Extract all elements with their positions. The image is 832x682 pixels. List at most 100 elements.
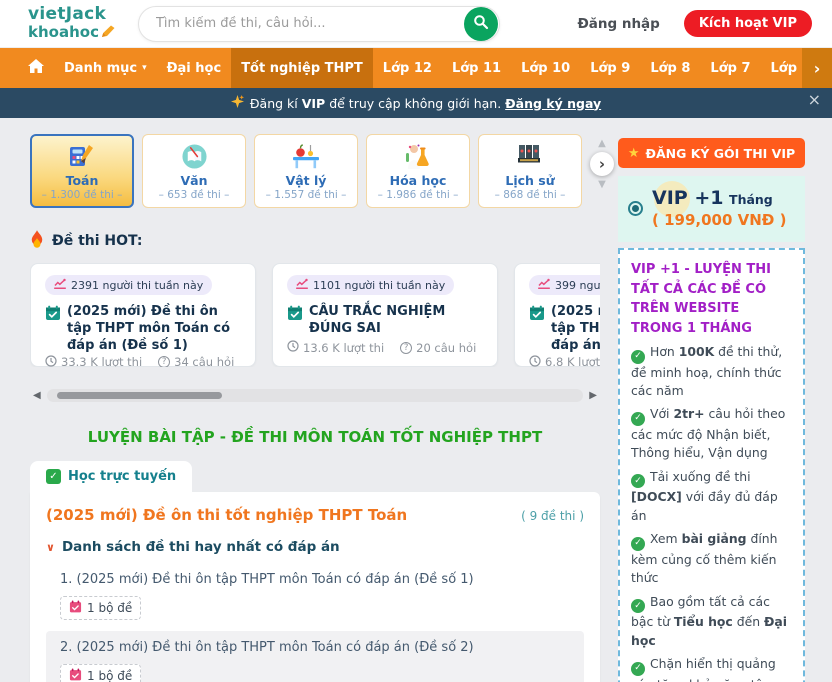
benefit-item: ✓Với 2tr+ câu hỏi theo các mức độ Nhận b… xyxy=(631,405,792,462)
hot-card-2[interactable]: 1101 người thi tuần này CÂU TRẮC NGHIỆM … xyxy=(272,263,498,367)
subject-card-toan[interactable]: Toán – 1.300 đề thi – xyxy=(30,134,134,208)
scrollbar-thumb[interactable] xyxy=(57,392,222,399)
activate-vip-button[interactable]: Kích hoạt VIP xyxy=(684,10,812,37)
clock-icon xyxy=(529,355,541,367)
close-icon[interactable]: × xyxy=(808,90,821,109)
benefit-item: ✓Chặn hiển thị quảng cáo tăng khả năng t… xyxy=(631,655,792,682)
nav-item-tot-nghiep-thpt[interactable]: Tốt nghiệp THPT xyxy=(231,48,373,88)
sparkle-icon xyxy=(231,95,244,111)
nav-home[interactable] xyxy=(18,48,54,88)
subject-card-van[interactable]: Văn – 653 đề thi – xyxy=(142,134,246,208)
hot-card-title: CÂU TRẮC NGHIỆM ĐÚNG SAI xyxy=(309,304,483,338)
flame-icon xyxy=(30,230,44,252)
exam-list-item-1[interactable]: 1. (2025 mới) Đề thi ôn tập THPT môn Toá… xyxy=(46,563,584,631)
hot-cards-row: 2391 người thi tuần này (2025 mới) Đề th… xyxy=(30,263,600,367)
panel-title: (2025 mới) Đề ôn thi tốt nghiệp THPT Toá… xyxy=(46,506,407,524)
check-circle-icon: ✓ xyxy=(631,350,645,364)
nav-item-lop-7[interactable]: Lớp 7 xyxy=(700,48,760,88)
hot-card-3[interactable]: 399 người thi tuần này (2025 mới) Đề thi… xyxy=(514,263,600,367)
hot-section-title: Đề thi HOT: xyxy=(52,233,142,249)
scrollbar-track[interactable] xyxy=(47,389,584,402)
chart-up-icon xyxy=(54,278,66,292)
logo-line2: khoahoc xyxy=(28,25,99,40)
check-circle-icon: ✓ xyxy=(631,599,645,613)
subject-card-hoa-hoc[interactable]: Hóa học – 1.986 đề thi – xyxy=(366,134,470,208)
exam-set-badge: 1 bộ đề xyxy=(60,596,141,620)
banner-text: Đăng kí xyxy=(250,96,302,111)
offer-title: VIP +1 - LUYỆN THI TẤT CẢ CÁC ĐỀ CÓ TRÊN… xyxy=(631,260,792,338)
question-icon: ? xyxy=(158,356,170,367)
subject-card-vat-ly[interactable]: Vật lý – 1.557 đề thi – xyxy=(254,134,358,208)
benefit-item: ✓Bao gồm tất cả các bậc từ Tiểu học đến … xyxy=(631,593,792,650)
calendar-check-icon xyxy=(45,305,61,327)
nav-scroll-right-button[interactable]: › xyxy=(802,48,832,88)
chevron-down-icon: ▾ xyxy=(142,63,147,73)
vip-plan-option[interactable]: VIP +1 Tháng ( 199,000 VNĐ ) xyxy=(618,176,805,242)
math-icon xyxy=(32,142,132,170)
nav-item-lop-12[interactable]: Lớp 12 xyxy=(373,48,442,88)
questions-count: 34 câu hỏi xyxy=(174,355,234,367)
nav-item-dai-hoc[interactable]: Đại học xyxy=(157,48,232,88)
scroll-up-icon[interactable]: ▲ xyxy=(598,138,606,149)
nav-item-lop-8[interactable]: Lớp 8 xyxy=(640,48,700,88)
vip-sidebar: ★ ĐĂNG KÝ GÓI THI VIP VIP +1 Tháng ( 199… xyxy=(618,130,805,682)
check-circle-icon: ✓ xyxy=(631,662,645,676)
chevron-down-icon: ∨ xyxy=(46,541,55,554)
benefit-item: ✓Hơn 100K đề thi thử, đề minh hoạ, chính… xyxy=(631,343,792,400)
register-vip-button[interactable]: ★ ĐĂNG KÝ GÓI THI VIP xyxy=(618,138,805,168)
nav-item-lop-10[interactable]: Lớp 10 xyxy=(511,48,580,88)
hot-card-badge: 1101 người thi tuần này xyxy=(313,279,445,292)
hot-card-badge: 2391 người thi tuần này xyxy=(71,279,203,292)
logo-line1: vietJack xyxy=(28,6,116,23)
login-link[interactable]: Đăng nhập xyxy=(577,16,659,32)
hot-cards-scrollbar: ◀ ▶ xyxy=(30,387,600,403)
scroll-down-icon[interactable]: ▼ xyxy=(598,179,606,190)
checkbox-check-icon: ✓ xyxy=(46,469,61,484)
plan-radio[interactable] xyxy=(628,201,643,216)
subject-carousel: Toán – 1.300 đề thi – Văn – 653 đề thi –… xyxy=(30,134,600,208)
questions-count: 20 câu hỏi xyxy=(416,341,476,355)
hot-card-badge: 399 người thi tuần này xyxy=(555,279,600,292)
tab-hoc-truc-tuyen[interactable]: ✓ Học trực tuyến xyxy=(30,461,192,492)
hot-card-title: (2025 mới) Đề thi ôn tập THPT môn Toán c… xyxy=(67,304,241,355)
scroll-right-icon[interactable]: ▶ xyxy=(586,390,600,401)
calendar-check-icon xyxy=(529,305,545,327)
physics-icon xyxy=(255,142,357,170)
search-bar xyxy=(138,6,500,42)
carousel-next-button[interactable]: › xyxy=(590,152,614,176)
nav-item-danh-muc[interactable]: Danh mục▾ xyxy=(54,48,157,88)
check-circle-icon: ✓ xyxy=(631,537,645,551)
vietjack-logo[interactable]: vietJack khoahoc xyxy=(28,6,116,41)
chemistry-icon xyxy=(367,142,469,170)
literature-icon xyxy=(143,142,245,170)
hot-card-1[interactable]: 2391 người thi tuần này (2025 mới) Đề th… xyxy=(30,263,256,367)
nav-item-lop-11[interactable]: Lớp 11 xyxy=(442,48,511,88)
attempts-count: 13.6 K lượt thi xyxy=(303,341,384,355)
search-input[interactable] xyxy=(139,16,464,31)
history-icon xyxy=(479,142,581,170)
section-heading: LUYỆN BÀI TẬP - ĐỀ THI MÔN TOÁN TỐT NGHI… xyxy=(30,428,600,446)
nav-item-lop-9[interactable]: Lớp 9 xyxy=(580,48,640,88)
banner-register-link[interactable]: Đăng ký ngay xyxy=(505,96,601,111)
subject-card-lich-su[interactable]: Lịch sử – 868 đề thi – xyxy=(478,134,582,208)
header: vietJack khoahoc Đăng nhập Kích hoạt VIP xyxy=(0,0,832,48)
calendar-pink-icon xyxy=(69,668,82,682)
benefit-item: ✓Xem bài giảng đính kèm củng cố thêm kiế… xyxy=(631,530,792,587)
search-button[interactable] xyxy=(464,7,498,41)
attempts-count: 6.8 K lượt thi xyxy=(545,355,600,367)
main-nav: Danh mục▾ Đại học Tốt nghiệp THPT Lớp 12… xyxy=(0,48,832,88)
exam-list-panel: (2025 mới) Đề ôn thi tốt nghiệp THPT Toá… xyxy=(30,492,600,682)
clock-icon xyxy=(287,340,299,355)
check-circle-icon: ✓ xyxy=(631,412,645,426)
scroll-left-icon[interactable]: ◀ xyxy=(30,390,44,401)
exam-list-item-2[interactable]: 2. (2025 mới) Đề thi ôn tập THPT môn Toá… xyxy=(46,631,584,682)
vip-offer-panel: VIP +1 - LUYỆN THI TẤT CẢ CÁC ĐỀ CÓ TRÊN… xyxy=(618,248,805,682)
attempts-count: 33.3 K lượt thi xyxy=(61,355,142,367)
hot-card-title: (2025 mới) Đề thi ôn tập THPT môn Toán c… xyxy=(551,304,600,355)
pencil-icon xyxy=(101,24,116,41)
benefit-item: ✓Tải xuống đề thi [DOCX] với đầy đủ đáp … xyxy=(631,468,792,525)
list-header-toggle[interactable]: ∨ Danh sách đề thi hay nhất có đáp án xyxy=(46,539,584,555)
exam-set-badge: 1 bộ đề xyxy=(60,664,141,682)
plan-price: ( 199,000 VNĐ ) xyxy=(652,211,786,229)
check-circle-icon: ✓ xyxy=(631,474,645,488)
